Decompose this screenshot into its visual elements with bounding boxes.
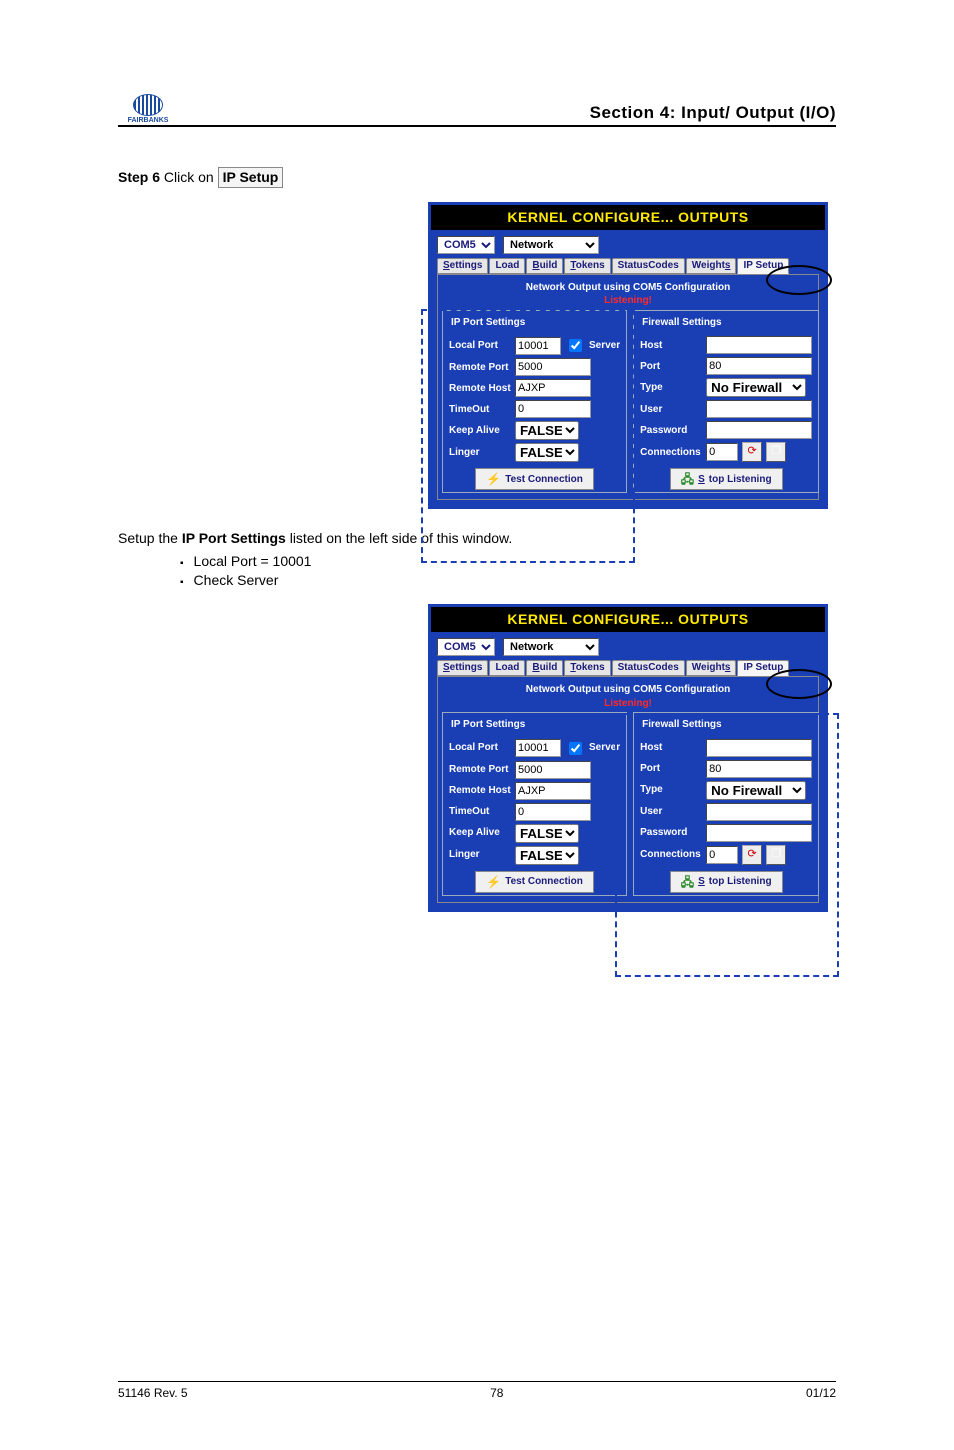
connections-label: Connections	[640, 446, 702, 460]
password-label: Password	[640, 424, 702, 438]
keepalive-select[interactable]: FALSE	[515, 824, 579, 843]
port-input[interactable]	[706, 357, 812, 375]
step-text: Click on	[164, 169, 218, 185]
footer-rev: 51146 Rev. 5	[118, 1386, 188, 1400]
logo-text: FAIRBANKS	[128, 117, 169, 124]
remote-port-input[interactable]	[515, 761, 591, 779]
tab-settings[interactable]: Settings	[437, 660, 488, 676]
remote-host-input[interactable]	[515, 782, 591, 800]
tab-tokens[interactable]: Tokens	[564, 660, 610, 676]
listening-status: Listening!	[442, 294, 814, 308]
tab-load[interactable]: Load	[489, 660, 525, 676]
firewall-type-select[interactable]: No Firewall	[706, 378, 806, 397]
step-number: Step 6	[118, 169, 160, 185]
highlight-firewall-settings	[615, 713, 839, 977]
tab-ip-setup[interactable]: IP Setup	[737, 258, 789, 274]
tab-tokens[interactable]: Tokens	[564, 258, 610, 274]
lightning-icon: ⚡	[486, 874, 501, 890]
window-icon[interactable]: ❐	[766, 442, 786, 462]
port-label: Port	[640, 360, 702, 374]
password-input[interactable]	[706, 421, 812, 439]
listening-status: Listening!	[442, 697, 814, 711]
tab-statuscodes[interactable]: StatusCodes	[612, 660, 685, 676]
tab-load[interactable]: Load	[489, 258, 525, 274]
section-title: Section 4: Input/ Output (I/O)	[590, 103, 836, 123]
footer-page: 78	[490, 1386, 503, 1400]
linger-label: Linger	[449, 848, 511, 862]
network-stop-icon: 🖧	[681, 471, 694, 487]
refresh-icon[interactable]: ⟳	[742, 442, 762, 462]
linger-select[interactable]: FALSE	[515, 846, 579, 865]
window-title: KERNEL CONFIGURE... OUTPUTS	[431, 607, 825, 632]
host-input[interactable]	[706, 336, 812, 354]
tab-weights[interactable]: Weights	[686, 660, 737, 676]
tab-build[interactable]: Build	[526, 660, 563, 676]
local-port-label: Local Port	[449, 741, 511, 755]
network-select[interactable]: Network	[503, 638, 599, 656]
page-footer: 51146 Rev. 5 78 01/12	[118, 1381, 836, 1400]
server-checkbox[interactable]	[569, 742, 582, 755]
com-port-select[interactable]: COM5	[437, 638, 495, 656]
user-input[interactable]	[706, 400, 812, 418]
ipsetup-ref-button: IP Setup	[218, 167, 284, 188]
com-port-select[interactable]: COM5	[437, 236, 495, 254]
remote-port-label: Remote Port	[449, 763, 511, 777]
keepalive-label: Keep Alive	[449, 826, 511, 840]
type-label: Type	[640, 381, 702, 395]
stop-listening-button[interactable]: 🖧 Stop Listening	[670, 468, 783, 490]
timeout-input[interactable]	[515, 803, 591, 821]
network-select[interactable]: Network	[503, 236, 599, 254]
host-label: Host	[640, 339, 702, 353]
panel-subtitle: Network Output using COM5 Configuration	[442, 683, 814, 697]
tab-weights[interactable]: Weights	[686, 258, 737, 274]
remote-host-label: Remote Host	[449, 784, 511, 798]
ip-port-settings-label: IP Port Settings	[449, 718, 527, 732]
connections-input[interactable]	[706, 443, 738, 461]
firewall-settings-label: Firewall Settings	[640, 316, 723, 330]
step-line: Step 6 Click on IP Setup	[118, 167, 836, 188]
tab-ip-setup[interactable]: IP Setup	[737, 660, 789, 676]
highlight-ip-port-settings	[421, 309, 635, 563]
tab-statuscodes[interactable]: StatusCodes	[612, 258, 685, 274]
ip-port-settings-group: IP Port Settings Local Port Server Remot…	[442, 712, 627, 896]
tab-build[interactable]: Build	[526, 258, 563, 274]
fairbanks-logo: FAIRBANKS	[118, 94, 178, 139]
timeout-label: TimeOut	[449, 805, 511, 819]
local-port-input[interactable]	[515, 739, 561, 757]
test-connection-button[interactable]: ⚡ Test Connection	[475, 871, 594, 893]
bullet-check-server: Check Server	[180, 571, 836, 590]
panel-subtitle: Network Output using COM5 Configuration	[442, 281, 814, 295]
firewall-settings-group: Firewall Settings Host Port Type No Fire…	[633, 310, 819, 494]
window-title: KERNEL CONFIGURE... OUTPUTS	[431, 205, 825, 230]
user-label: User	[640, 403, 702, 417]
tab-settings[interactable]: Settings	[437, 258, 488, 274]
footer-date: 01/12	[806, 1386, 836, 1400]
